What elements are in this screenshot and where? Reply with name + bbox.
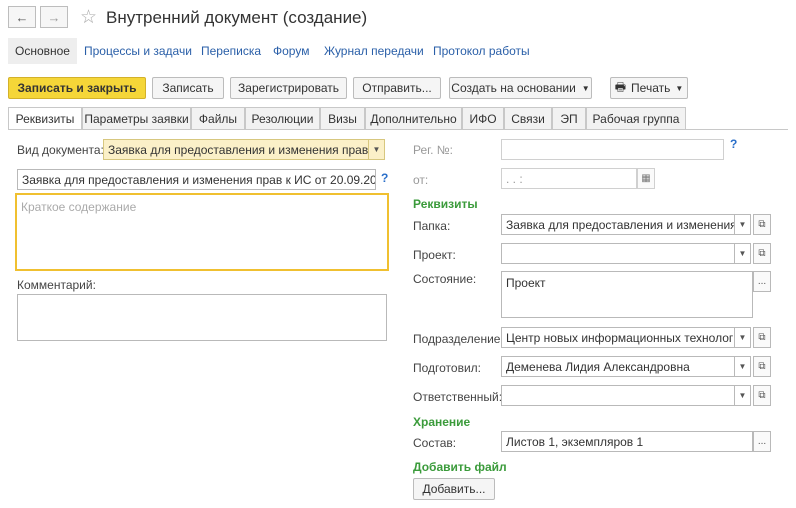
section-processes[interactable]: Процессы и задачи	[84, 44, 192, 58]
register-button[interactable]: Зарегистрировать	[230, 77, 347, 99]
department-label: Подразделение:	[413, 332, 504, 346]
open-window-icon: ⧉	[758, 248, 766, 259]
section-correspondence[interactable]: Переписка	[201, 44, 261, 58]
tab-ifo[interactable]: ИФО	[462, 107, 504, 129]
tab-additional[interactable]: Дополнительно	[365, 107, 462, 129]
dropdown-arrow-icon: ▼	[738, 391, 747, 400]
tab-ep[interactable]: ЭП	[552, 107, 586, 129]
back-button[interactable]: ←	[8, 6, 36, 28]
dropdown-arrow-icon: ▼	[738, 220, 747, 229]
dropdown-arrow-icon: ▼	[738, 333, 747, 342]
tab-files[interactable]: Файлы	[191, 107, 245, 129]
date-field[interactable]: . . :	[501, 168, 637, 189]
dropdown-arrow-icon: ▼	[581, 83, 590, 93]
tab-work-group[interactable]: Рабочая группа	[586, 107, 686, 129]
arrow-left-icon: ←	[15, 9, 29, 25]
doc-title-field[interactable]: Заявка для предоставления и изменения пр…	[17, 169, 376, 190]
printer-icon: 🖶	[614, 79, 627, 94]
tab-links[interactable]: Связи	[504, 107, 552, 129]
tab-resolutions[interactable]: Резолюции	[245, 107, 320, 129]
summary-field[interactable]: Краткое содержание	[15, 193, 389, 271]
calendar-button[interactable]: ▦	[637, 168, 655, 189]
create-based-on-button[interactable]: Создать на основании ▼	[449, 77, 592, 99]
project-label: Проект:	[413, 248, 456, 262]
tab-divider	[8, 129, 788, 130]
open-window-icon: ⧉	[758, 361, 766, 372]
dropdown-arrow-icon: ▼	[372, 145, 381, 154]
add-file-button[interactable]: Добавить...	[413, 478, 495, 500]
doc-type-field[interactable]: Заявка для предоставления и изменения пр…	[103, 139, 369, 160]
page-title: Внутренний документ (создание)	[106, 8, 368, 27]
project-field[interactable]	[501, 243, 735, 264]
section-main[interactable]: Основное	[8, 38, 77, 64]
open-window-icon: ⧉	[758, 332, 766, 343]
ellipsis-icon: ...	[757, 436, 767, 447]
dropdown-arrow-icon: ▼	[738, 249, 747, 258]
ellipsis-icon: ...	[757, 276, 767, 287]
state-label: Состояние:	[413, 272, 477, 286]
folder-field[interactable]: Заявка для предоставления и изменения пр	[501, 214, 735, 235]
doc-type-label: Вид документа:	[17, 143, 104, 157]
dropdown-arrow-icon: ▼	[738, 362, 747, 371]
project-dropdown[interactable]: ▼	[735, 243, 751, 264]
favorite-star-icon[interactable]: ☆	[80, 6, 97, 29]
calendar-icon: ▦	[641, 173, 651, 184]
prepared-by-dropdown[interactable]: ▼	[735, 356, 751, 377]
folder-label: Папка:	[413, 219, 451, 233]
date-label: от:	[413, 173, 429, 187]
tab-request-params[interactable]: Параметры заявки	[82, 107, 191, 129]
tab-visas[interactable]: Визы	[320, 107, 365, 129]
section-transfer-log[interactable]: Журнал передачи	[324, 44, 424, 58]
folder-open-button[interactable]: ⧉	[753, 214, 771, 235]
prepared-by-field[interactable]: Деменева Лидия Александровна	[501, 356, 735, 377]
prepared-by-label: Подготовил:	[413, 361, 482, 375]
composition-select-button[interactable]: ...	[753, 431, 771, 452]
project-open-button[interactable]: ⧉	[753, 243, 771, 264]
section-forum[interactable]: Форум	[273, 44, 309, 58]
folder-dropdown[interactable]: ▼	[735, 214, 751, 235]
doc-type-dropdown[interactable]: ▼	[369, 139, 385, 160]
requisites-heading: Реквизиты	[413, 197, 478, 211]
department-field[interactable]: Центр новых информационных технологий	[501, 327, 735, 348]
state-select-button[interactable]: ...	[753, 271, 771, 292]
prepared-by-open-button[interactable]: ⧉	[753, 356, 771, 377]
print-label: Печать	[631, 81, 671, 95]
reg-no-label: Рег. №:	[413, 143, 453, 157]
composition-label: Состав:	[413, 436, 457, 450]
responsible-field[interactable]	[501, 385, 735, 406]
arrow-right-icon: →	[47, 9, 61, 25]
comment-label: Комментарий:	[17, 278, 96, 292]
department-open-button[interactable]: ⧉	[753, 327, 771, 348]
help-icon[interactable]: ?	[381, 171, 388, 185]
composition-field[interactable]: Листов 1, экземпляров 1	[501, 431, 753, 452]
comment-field[interactable]	[17, 294, 387, 341]
summary-placeholder: Краткое содержание	[21, 200, 137, 214]
tab-requisites[interactable]: Реквизиты	[8, 107, 82, 130]
section-work-protocol[interactable]: Протокол работы	[433, 44, 530, 58]
open-window-icon: ⧉	[758, 390, 766, 401]
state-value: Проект	[506, 276, 546, 290]
save-button[interactable]: Записать	[152, 77, 224, 99]
storage-heading: Хранение	[413, 415, 471, 429]
responsible-open-button[interactable]: ⧉	[753, 385, 771, 406]
help-icon[interactable]: ?	[730, 137, 737, 151]
add-file-heading: Добавить файл	[413, 460, 507, 474]
forward-button[interactable]: →	[40, 6, 68, 28]
create-based-on-label: Создать на основании	[451, 81, 576, 95]
department-dropdown[interactable]: ▼	[735, 327, 751, 348]
print-button[interactable]: 🖶 Печать ▼	[610, 77, 688, 99]
responsible-dropdown[interactable]: ▼	[735, 385, 751, 406]
dropdown-arrow-icon: ▼	[675, 83, 684, 93]
send-button[interactable]: Отправить...	[353, 77, 441, 99]
responsible-label: Ответственный:	[413, 390, 503, 404]
save-and-close-button[interactable]: Записать и закрыть	[8, 77, 146, 99]
state-field[interactable]: Проект	[501, 271, 753, 318]
reg-no-field[interactable]	[501, 139, 724, 160]
open-window-icon: ⧉	[758, 219, 766, 230]
